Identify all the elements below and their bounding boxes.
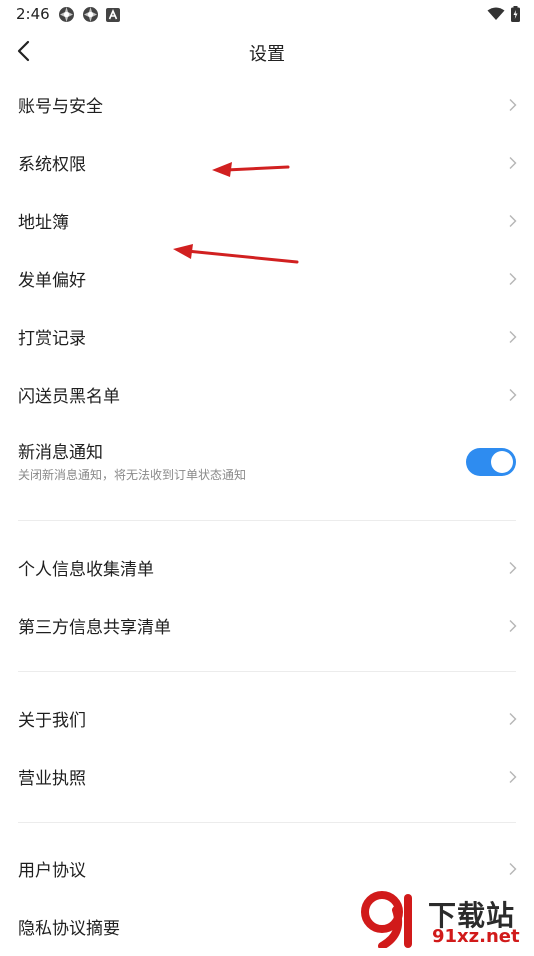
- row-label: 系统权限: [18, 155, 86, 175]
- row-label: 用户协议: [18, 861, 86, 881]
- row-label: 个人信息收集清单: [18, 560, 154, 580]
- section-divider: [18, 822, 516, 823]
- setting-row-account-security[interactable]: 账号与安全: [0, 76, 534, 134]
- chevron-right-icon: [509, 157, 517, 169]
- section-divider: [18, 671, 516, 672]
- wifi-icon: [487, 7, 505, 20]
- row-label: 隐私协议摘要: [18, 919, 120, 939]
- app-notification-icon: [83, 7, 98, 22]
- watermark: 下载站 91xz.net: [358, 890, 528, 950]
- row-label: 闪送员黑名单: [18, 387, 120, 407]
- row-label: 账号与安全: [18, 97, 103, 117]
- chevron-right-icon: [509, 863, 517, 875]
- chevron-right-icon: [509, 273, 517, 285]
- page-title: 设置: [249, 44, 285, 65]
- setting-row-tip-records[interactable]: 打赏记录: [0, 308, 534, 366]
- status-time: 2:46: [16, 5, 50, 23]
- row-label: 营业执照: [18, 769, 86, 789]
- setting-row-system-permissions[interactable]: 系统权限: [0, 134, 534, 192]
- chevron-right-icon: [509, 620, 517, 632]
- row-label: 地址簿: [18, 213, 69, 233]
- row-label: 关于我们: [18, 711, 86, 731]
- watermark-bottom-text: 91xz.net: [432, 926, 520, 947]
- chevron-right-icon: [509, 771, 517, 783]
- app-notification-icon: [59, 7, 74, 22]
- row-label: 打赏记录: [18, 329, 86, 349]
- setting-row-courier-blacklist[interactable]: 闪送员黑名单: [0, 366, 534, 424]
- setting-row-business-license[interactable]: 营业执照: [0, 748, 534, 806]
- setting-row-about-us[interactable]: 关于我们: [0, 690, 534, 748]
- chevron-right-icon: [509, 562, 517, 574]
- toggle-knob: [491, 451, 513, 473]
- notification-toggle[interactable]: [466, 448, 516, 476]
- chevron-right-icon: [509, 99, 517, 111]
- status-notification-icons: [58, 6, 120, 23]
- setting-row-order-preferences[interactable]: 发单偏好: [0, 250, 534, 308]
- watermark-logo-icon: [361, 891, 412, 948]
- setting-row-address-book[interactable]: 地址簿: [0, 192, 534, 250]
- battery-icon: [511, 6, 520, 22]
- a-notification-icon: [106, 7, 120, 22]
- status-system-icons: [487, 6, 520, 22]
- chevron-right-icon: [509, 389, 517, 401]
- chevron-right-icon: [509, 331, 517, 343]
- chevron-right-icon: [509, 713, 517, 725]
- header: 设置: [0, 30, 534, 74]
- section-divider: [18, 520, 516, 521]
- row-label: 发单偏好: [18, 271, 86, 291]
- setting-row-third-party-sharing-list[interactable]: 第三方信息共享清单: [0, 597, 534, 655]
- setting-row-personal-info-list[interactable]: 个人信息收集清单: [0, 539, 534, 597]
- row-sublabel: 关闭新消息通知，将无法收到订单状态通知: [18, 468, 247, 482]
- status-bar: 2:46: [0, 0, 534, 30]
- setting-row-new-message-notification: 新消息通知 关闭新消息通知，将无法收到订单状态通知: [0, 424, 534, 494]
- row-label: 新消息通知: [18, 443, 103, 463]
- chevron-right-icon: [509, 215, 517, 227]
- row-label: 第三方信息共享清单: [18, 618, 171, 638]
